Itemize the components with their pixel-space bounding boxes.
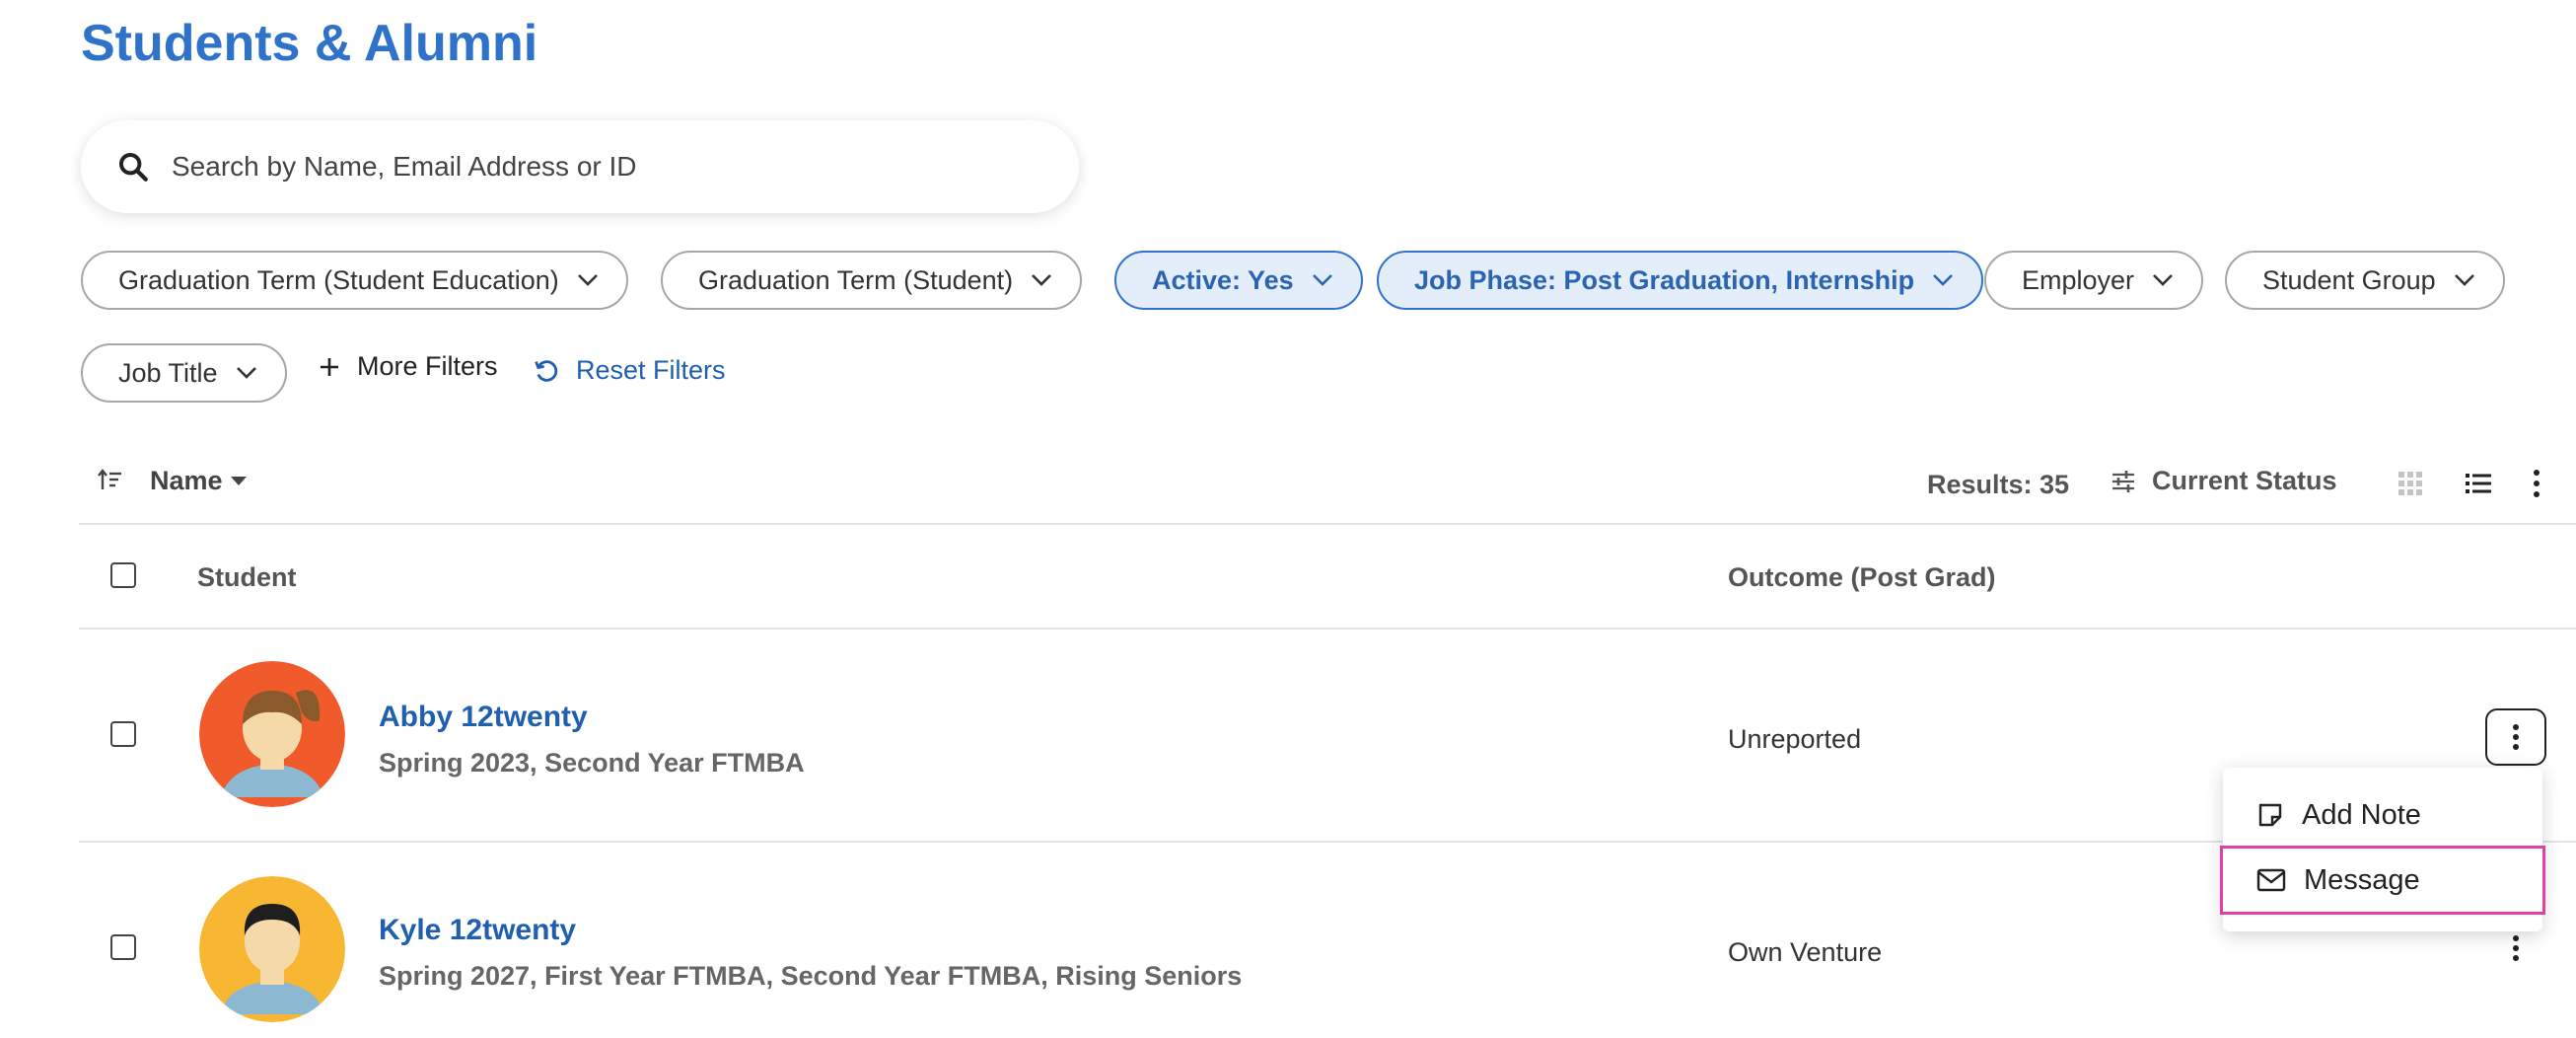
row-actions-button[interactable]	[2485, 708, 2546, 766]
filter-student-group[interactable]: Student Group	[2225, 251, 2505, 310]
search-icon	[118, 152, 148, 182]
note-icon	[2258, 803, 2282, 827]
filter-graduation-term-student[interactable]: Graduation Term (Student)	[661, 251, 1083, 310]
filter-graduation-term-student-education[interactable]: Graduation Term (Student Education)	[81, 251, 628, 310]
sort-icon[interactable]	[97, 468, 122, 493]
filter-job-phase[interactable]: Job Phase: Post Graduation, Internship	[1377, 251, 1984, 310]
menu-item-label: Message	[2304, 863, 2420, 896]
current-status-button[interactable]: Current Status	[2111, 466, 2337, 496]
menu-item-add-note[interactable]: Add Note	[2223, 783, 2542, 847]
chevron-down-icon	[577, 274, 598, 286]
menu-item-message[interactable]: Message	[2220, 846, 2545, 915]
filter-label: Job Title	[118, 357, 218, 388]
row-checkbox[interactable]	[110, 934, 136, 960]
filter-label: Graduation Term (Student)	[698, 264, 1014, 295]
chevron-down-icon	[1032, 274, 1052, 286]
student-details: Spring 2027, First Year FTMBA, Second Ye…	[379, 961, 1243, 991]
search-input[interactable]	[172, 151, 1020, 183]
current-status-label: Current Status	[2152, 466, 2337, 495]
results-count: Results: 35	[1927, 470, 2070, 499]
chevron-down-icon	[1312, 274, 1332, 286]
student-name-link[interactable]: Kyle 12twenty	[379, 914, 576, 947]
column-header-student: Student	[197, 562, 297, 592]
avatar	[199, 661, 345, 807]
chevron-down-icon	[1933, 274, 1953, 286]
chevron-down-icon	[2153, 274, 2173, 286]
search-bar[interactable]	[81, 120, 1079, 213]
reset-filters-label: Reset Filters	[576, 355, 726, 385]
filter-label: Active: Yes	[1152, 264, 1294, 295]
plus-icon	[321, 357, 338, 376]
page-title: Students & Alumni	[81, 15, 538, 72]
filter-employer[interactable]: Employer	[1984, 251, 2204, 310]
list-view-icon[interactable]	[2464, 470, 2493, 497]
caret-down-icon	[230, 477, 247, 485]
more-options-icon[interactable]	[2531, 468, 2542, 499]
filter-label: Student Group	[2262, 264, 2436, 295]
chevron-down-icon	[236, 367, 256, 379]
filter-label: Job Phase: Post Graduation, Internship	[1414, 264, 1915, 295]
student-details: Spring 2023, Second Year FTMBA	[379, 748, 805, 778]
student-outcome: Unreported	[1728, 724, 1862, 754]
filter-active[interactable]: Active: Yes	[1114, 251, 1363, 310]
reset-filters-button[interactable]: Reset Filters	[533, 355, 726, 386]
divider	[79, 841, 2576, 843]
mail-icon	[2256, 868, 2286, 892]
more-filters-label: More Filters	[357, 351, 498, 381]
more-filters-button[interactable]: More Filters	[318, 351, 498, 382]
student-name-link[interactable]: Abby 12twenty	[379, 701, 588, 734]
menu-item-label: Add Note	[2302, 798, 2421, 831]
select-all-checkbox[interactable]	[110, 562, 136, 588]
kebab-icon	[2513, 935, 2519, 961]
filter-job-title[interactable]: Job Title	[81, 343, 287, 403]
divider	[79, 523, 2576, 525]
sort-by-dropdown[interactable]: Name	[150, 466, 247, 496]
sliders-icon	[2112, 470, 2134, 492]
student-outcome: Own Venture	[1728, 937, 1883, 967]
sort-label: Name	[150, 466, 223, 495]
filter-label: Graduation Term (Student Education)	[118, 264, 559, 295]
divider	[79, 628, 2576, 630]
row-actions-menu: Add Note Message	[2220, 768, 2545, 931]
kebab-icon	[2513, 724, 2519, 750]
list-toolbar: Name Results: 35 Current Status	[81, 456, 2576, 509]
avatar	[199, 876, 345, 1022]
chevron-down-icon	[2454, 274, 2474, 286]
filter-label: Employer	[2022, 264, 2135, 295]
reset-icon	[535, 359, 558, 382]
column-header-outcome: Outcome (Post Grad)	[1728, 562, 1996, 592]
grid-view-icon[interactable]	[2397, 470, 2424, 497]
row-checkbox[interactable]	[110, 721, 136, 747]
